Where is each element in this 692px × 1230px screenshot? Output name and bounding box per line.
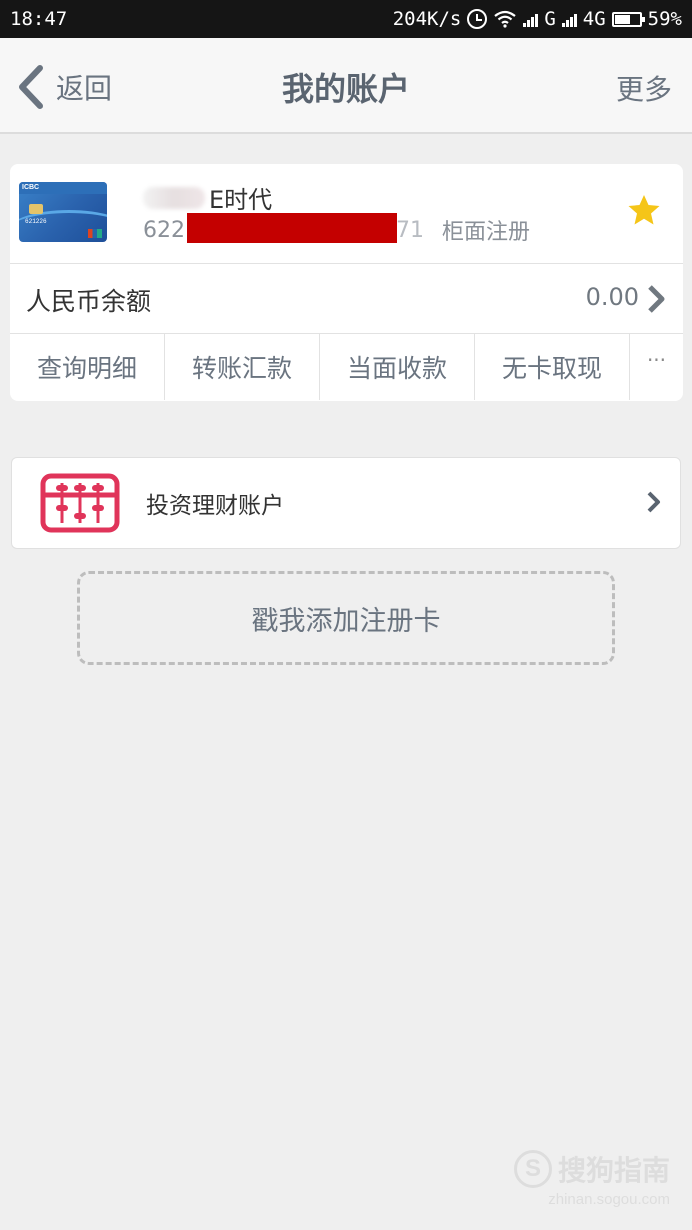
watermark: S 搜狗指南 zhinan.sogou.com: [513, 1149, 670, 1208]
signal-icon-2: [561, 11, 577, 27]
watermark-text: 搜狗指南: [557, 1154, 670, 1187]
battery-icon: [611, 11, 645, 27]
more-button[interactable]: 更多: [616, 68, 672, 108]
abacus-icon: [40, 473, 120, 533]
invest-label: 投资理财账户: [146, 493, 284, 519]
blurred-name: [143, 186, 205, 209]
account-card: ICBC 621226 E时代 622 71 柜面注册 人民币余额 0.00 查…: [10, 164, 683, 401]
watermark-url: zhinan.sogou.com: [548, 1191, 670, 1208]
unionpay-icon: [88, 229, 102, 238]
more-actions-button[interactable]: ···: [630, 334, 683, 400]
balance-label: 人民币余额: [26, 287, 152, 316]
battery-percent: 59%: [647, 8, 682, 30]
alarm-icon: [467, 9, 488, 29]
invest-account-row[interactable]: 投资理财账户: [11, 457, 681, 549]
page-title: 我的账户: [281, 70, 410, 108]
status-icons: 204K/s G 4G 59%: [393, 8, 682, 30]
net-speed: 204K/s: [392, 8, 462, 30]
account-header[interactable]: ICBC 621226 E时代 622 71 柜面注册: [10, 164, 683, 264]
query-details-button[interactable]: 查询明细: [10, 334, 165, 400]
add-card-label: 戳我添加注册卡: [251, 605, 441, 637]
account-name-text: E时代: [209, 186, 273, 214]
signal-icon-1: [523, 11, 539, 27]
bank-card-number-print: 621226: [25, 218, 47, 225]
account-name: E时代: [143, 180, 272, 215]
sogou-logo-icon: S: [513, 1150, 552, 1188]
network-4g: 4G: [582, 8, 606, 30]
chevron-right-icon: [647, 491, 660, 513]
account-number: 622 71 柜面注册: [143, 213, 531, 246]
card-number-prefix: 622: [143, 217, 185, 243]
receive-payment-button[interactable]: 当面收款: [320, 334, 475, 400]
register-type: 柜面注册: [442, 220, 531, 245]
network-g: G: [544, 8, 556, 30]
cardless-withdraw-button[interactable]: 无卡取现: [475, 334, 630, 400]
redaction-bar: [187, 213, 397, 243]
balance-row[interactable]: 人民币余额 0.00: [10, 264, 683, 334]
transfer-button[interactable]: 转账汇款: [165, 334, 320, 400]
star-icon[interactable]: [627, 194, 661, 226]
card-chip-icon: [29, 204, 43, 214]
status-time: 18:47: [10, 8, 68, 30]
card-number-suffix: 71: [396, 217, 424, 243]
wifi-icon: [494, 10, 517, 28]
bank-card-logo: ICBC: [22, 184, 40, 191]
status-bar: 18:47 204K/s G 4G 59%: [0, 0, 692, 38]
balance-value: 0.00: [585, 283, 639, 311]
account-actions: 查询明细 转账汇款 当面收款 无卡取现 ···: [10, 334, 683, 400]
bank-card-image: ICBC 621226: [19, 182, 107, 242]
chevron-right-icon: [648, 285, 665, 313]
add-card-button[interactable]: 戳我添加注册卡: [77, 571, 615, 665]
nav-bar: 返回 我的账户 更多: [0, 38, 692, 134]
